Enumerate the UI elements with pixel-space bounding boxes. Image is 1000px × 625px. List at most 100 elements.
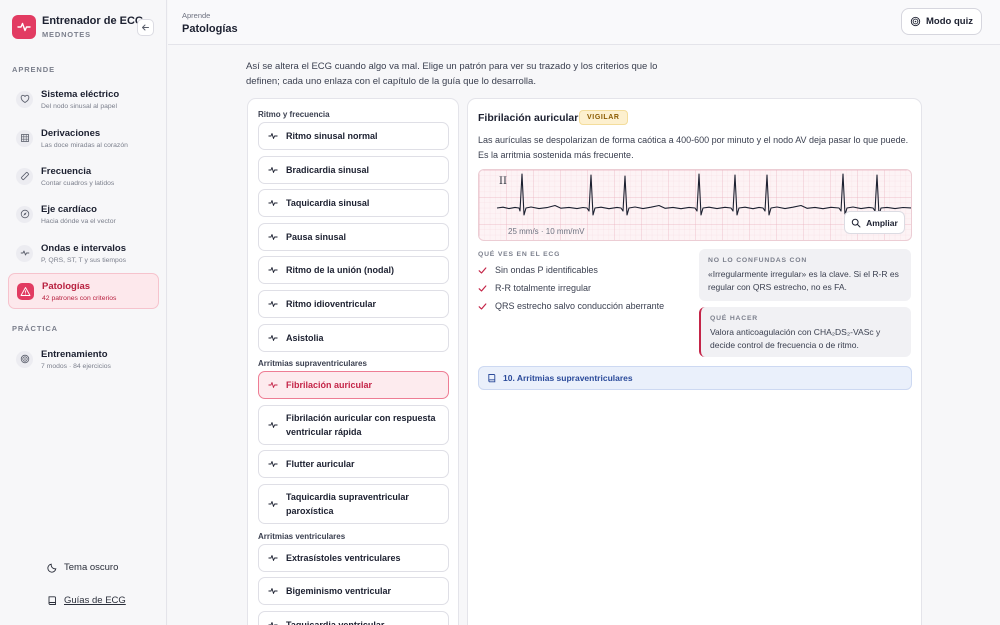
- pattern-list-item[interactable]: Taquicardia ventricular: [258, 610, 449, 625]
- pattern-list-item[interactable]: Bigeminismo ventricular: [258, 577, 449, 606]
- pattern-detail: Fibrilación auricular VIGILAR Las aurícu…: [467, 98, 922, 625]
- pattern-list-item[interactable]: Taquicardia sinusal: [258, 189, 449, 218]
- sidebar-item-sistema-electrico[interactable]: Sistema eléctrico Del nodo sinusal al pa…: [8, 81, 159, 117]
- sidebar: Entrenador de ECG MEDNOTES APRENDE Siste…: [0, 0, 167, 625]
- sidebar-item-label: Eje cardíaco: [41, 203, 97, 215]
- wave-icon: [16, 244, 33, 262]
- confuse-note: NO LO CONFUNDAS CON «Irregularmente irre…: [699, 249, 911, 301]
- pattern-list-item[interactable]: Taquicardia supraventricular paroxística: [258, 484, 449, 524]
- criteria-text: Sin ondas P identificables: [495, 265, 598, 275]
- ecg-strip: II 25 mm/s · 10 mm/mV Ampliar: [478, 169, 912, 241]
- check-icon: [478, 266, 487, 274]
- pattern-list-item[interactable]: Ritmo de la unión (nodal): [258, 256, 449, 285]
- sidebar-item-subtitle: P, QRS, ST, T y sus tiempos: [41, 256, 126, 264]
- ecg-lead-label: II: [499, 176, 507, 187]
- guide-chapter-link[interactable]: 10. Arritmias supraventriculares: [478, 366, 912, 390]
- detail-description: Las aurículas se despolarizan de forma c…: [478, 135, 909, 160]
- criteria-item: R-R totalmente irregular: [478, 283, 591, 293]
- section-label-practice: PRÁCTICA: [12, 324, 58, 333]
- criteria-item: Sin ondas P identificables: [478, 265, 598, 275]
- wave-icon: [268, 166, 278, 173]
- search-icon: [851, 218, 861, 227]
- heart-icon: [16, 90, 33, 108]
- criteria-text: QRS estrecho salvo conducción aberrante: [495, 301, 665, 311]
- pattern-list-item-label: Bigeminismo ventricular: [286, 586, 392, 597]
- zoom-button-label: Ampliar: [866, 217, 898, 228]
- wave-icon: [268, 334, 278, 341]
- wave-icon: [268, 621, 278, 625]
- brand-title: Entrenador de ECG: [42, 15, 144, 27]
- pattern-list-item-label: Taquicardia supraventricular paroxística: [286, 492, 409, 516]
- intro-text: Así se altera el ECG cuando algo va mal.…: [246, 61, 658, 87]
- wave-icon: [268, 200, 278, 207]
- wave-icon: [268, 267, 278, 274]
- sidebar-item-label: Derivaciones: [41, 127, 101, 139]
- sidebar-item-subtitle: Las doce miradas al corazón: [41, 141, 128, 149]
- pattern-list-item[interactable]: Fibrilación auricular con respuesta vent…: [258, 404, 449, 445]
- pattern-list-item-label: Fibrilación auricular: [286, 380, 373, 391]
- pattern-list-item-label: Pausa sinusal: [286, 231, 347, 242]
- pattern-list-item[interactable]: Ritmo idioventricular: [258, 290, 449, 318]
- pattern-list-item[interactable]: Fibrilación auricular: [258, 371, 449, 400]
- severity-badge: VIGILAR: [579, 110, 628, 125]
- criteria-label: QUÉ VES EN EL ECG: [478, 251, 561, 258]
- confuse-text: «Irregularmente irregular» es la clave. …: [708, 269, 899, 292]
- pattern-list-item-label: Ritmo sinusal normal: [286, 131, 378, 141]
- book-icon: [488, 374, 496, 383]
- sidebar-item-subtitle: Contar cuadros y latidos: [41, 179, 115, 187]
- guides-link[interactable]: Guías de ECG: [47, 595, 126, 606]
- sidebar-item-ondas-intervalos[interactable]: Ondas e intervalos P, QRS, ST, T y sus t…: [8, 235, 159, 271]
- sidebar-item-frecuencia[interactable]: Frecuencia Contar cuadros y latidos: [8, 158, 159, 194]
- sidebar-item-derivaciones[interactable]: Derivaciones Las doce miradas al corazón: [8, 120, 159, 156]
- list-group-label: Arritmias supraventriculares: [258, 359, 367, 369]
- brand[interactable]: Entrenador de ECG MEDNOTES: [12, 15, 143, 39]
- sidebar-item-label: Ondas e intervalos: [41, 242, 127, 254]
- pattern-list-item[interactable]: Bradicardia sinusal: [258, 155, 449, 184]
- sidebar-item-patologias[interactable]: Patologías 42 patrones con criterios: [8, 273, 159, 309]
- criteria-item: QRS estrecho salvo conducción aberrante: [478, 301, 664, 311]
- ruler-icon: [16, 167, 33, 185]
- quiz-mode-label: Modo quiz: [926, 16, 973, 27]
- pattern-list-item[interactable]: Flutter auricular: [258, 450, 449, 479]
- sidebar-item-label: Entrenamiento: [41, 348, 108, 360]
- sidebar-item-subtitle: 7 modos · 84 ejercicios: [41, 362, 111, 370]
- grid-icon: [16, 129, 33, 147]
- pattern-list-item[interactable]: Pausa sinusal: [258, 222, 449, 251]
- pulse-logo-icon: [12, 15, 36, 39]
- sidebar-item-eje-cardiaco[interactable]: Eje cardíaco Hacia dónde va el vector: [8, 196, 159, 232]
- pattern-list-item-label: Asistolia: [286, 332, 324, 343]
- pattern-list-item-label: Bradicardia sinusal: [286, 164, 370, 175]
- action-note: QUÉ HACER Valora anticoagulación con CHA…: [699, 307, 911, 357]
- book-icon: [48, 596, 56, 605]
- wave-icon: [268, 233, 278, 240]
- sidebar-item-entrenamiento[interactable]: Entrenamiento 7 modos · 84 ejercicios: [8, 341, 159, 377]
- criteria-text: R-R totalmente irregular: [495, 283, 592, 293]
- list-group-label: Ritmo y frecuencia: [258, 110, 330, 119]
- zoom-button[interactable]: Ampliar: [844, 211, 905, 234]
- wave-icon: [268, 133, 278, 139]
- check-icon: [478, 302, 487, 310]
- theme-toggle[interactable]: Tema oscuro: [47, 562, 118, 573]
- pattern-list-item[interactable]: Ritmo sinusal normal: [258, 122, 449, 150]
- quiz-mode-button[interactable]: Modo quiz: [901, 8, 982, 35]
- wave-icon: [268, 421, 278, 428]
- breadcrumb[interactable]: Aprende: [182, 11, 210, 20]
- brand-subtitle: MEDNOTES: [42, 30, 91, 39]
- collapse-sidebar-button[interactable]: [137, 19, 154, 36]
- wave-icon: [268, 501, 278, 507]
- pattern-list-item-label: Taquicardia sinusal: [286, 198, 370, 209]
- sidebar-item-subtitle: Hacia dónde va el vector: [41, 217, 116, 225]
- pattern-list-item[interactable]: Asistolia: [258, 323, 449, 352]
- pattern-list: Ritmo y frecuencia Ritmo sinusal normal Br…: [247, 98, 459, 625]
- pattern-list-item[interactable]: Extrasístoles ventriculares: [258, 543, 449, 572]
- warning-icon: [17, 282, 34, 300]
- compass-icon: [16, 205, 33, 223]
- sidebar-item-label: Sistema eléctrico: [41, 88, 120, 100]
- section-label-learn: APRENDE: [12, 65, 55, 74]
- sidebar-item-subtitle: 42 patrones con criterios: [42, 294, 117, 302]
- pattern-list-item-label: Extrasístoles ventriculares: [286, 552, 401, 563]
- sidebar-item-subtitle: Del nodo sinusal al papel: [41, 102, 117, 110]
- guides-link-label: Guías de ECG: [64, 595, 126, 606]
- ecg-scale-label: 25 mm/s · 10 mm/mV: [508, 227, 585, 236]
- wave-icon: [268, 461, 278, 468]
